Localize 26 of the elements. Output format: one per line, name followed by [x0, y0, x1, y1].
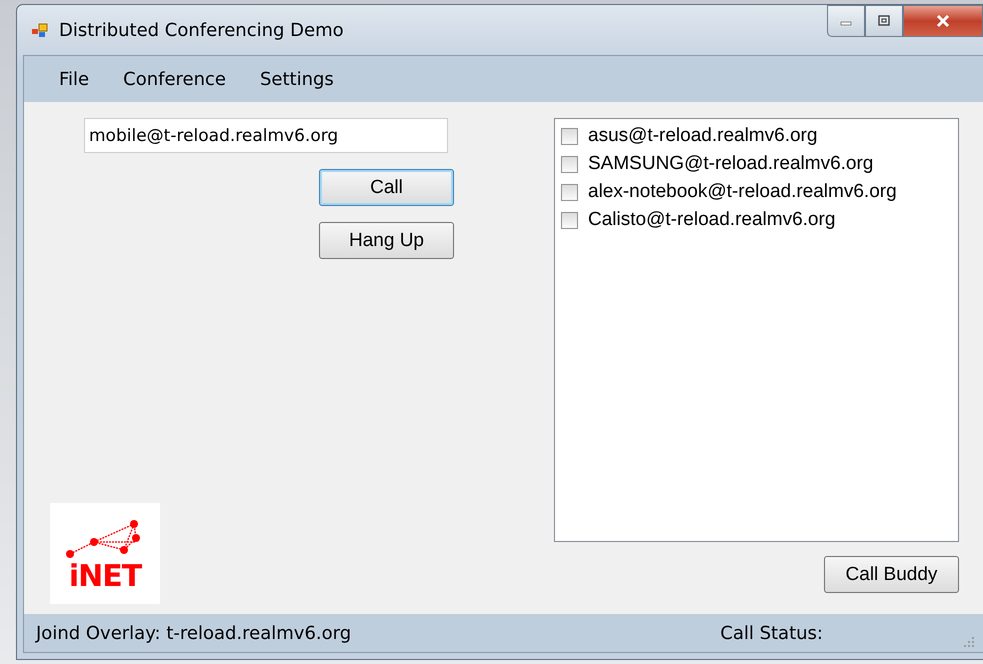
call-buddy-button[interactable]: Call Buddy: [824, 556, 959, 593]
buddy-label[interactable]: Calisto@t-reload.realmv6.org: [588, 209, 836, 231]
minimize-button[interactable]: [827, 5, 865, 37]
window-title: Distributed Conferencing Demo: [59, 20, 344, 40]
maximize-button[interactable]: [865, 5, 903, 37]
buddy-label[interactable]: SAMSUNG@t-reload.realmv6.org: [588, 153, 874, 175]
checkbox[interactable]: [561, 212, 578, 228]
maximize-icon: [877, 15, 891, 27]
buddy-label[interactable]: asus@t-reload.realmv6.org: [588, 125, 818, 147]
address-field[interactable]: mobile@t-reload.realmv6.org: [84, 118, 448, 153]
call-status: Call Status:: [720, 622, 823, 644]
logo-text: iNET: [68, 562, 142, 592]
checkbox[interactable]: [561, 184, 578, 200]
menu-item[interactable]: Conference: [106, 68, 243, 90]
checkbox[interactable]: [561, 128, 578, 144]
close-button[interactable]: [903, 5, 983, 37]
checkbox[interactable]: [561, 156, 578, 172]
menu-item[interactable]: Settings: [242, 68, 351, 90]
hang-up-button[interactable]: Hang Up: [319, 222, 454, 259]
resize-grip-icon[interactable]: [963, 636, 975, 648]
overlay-status: Joind Overlay: t-reload.realmv6.org: [36, 622, 352, 644]
close-icon: [935, 14, 951, 28]
call-button[interactable]: Call: [319, 169, 454, 206]
buddy-label[interactable]: alex-notebook@t-reload.realmv6.org: [588, 181, 897, 203]
menu-item[interactable]: File: [42, 68, 106, 90]
app-icon: [31, 22, 49, 38]
